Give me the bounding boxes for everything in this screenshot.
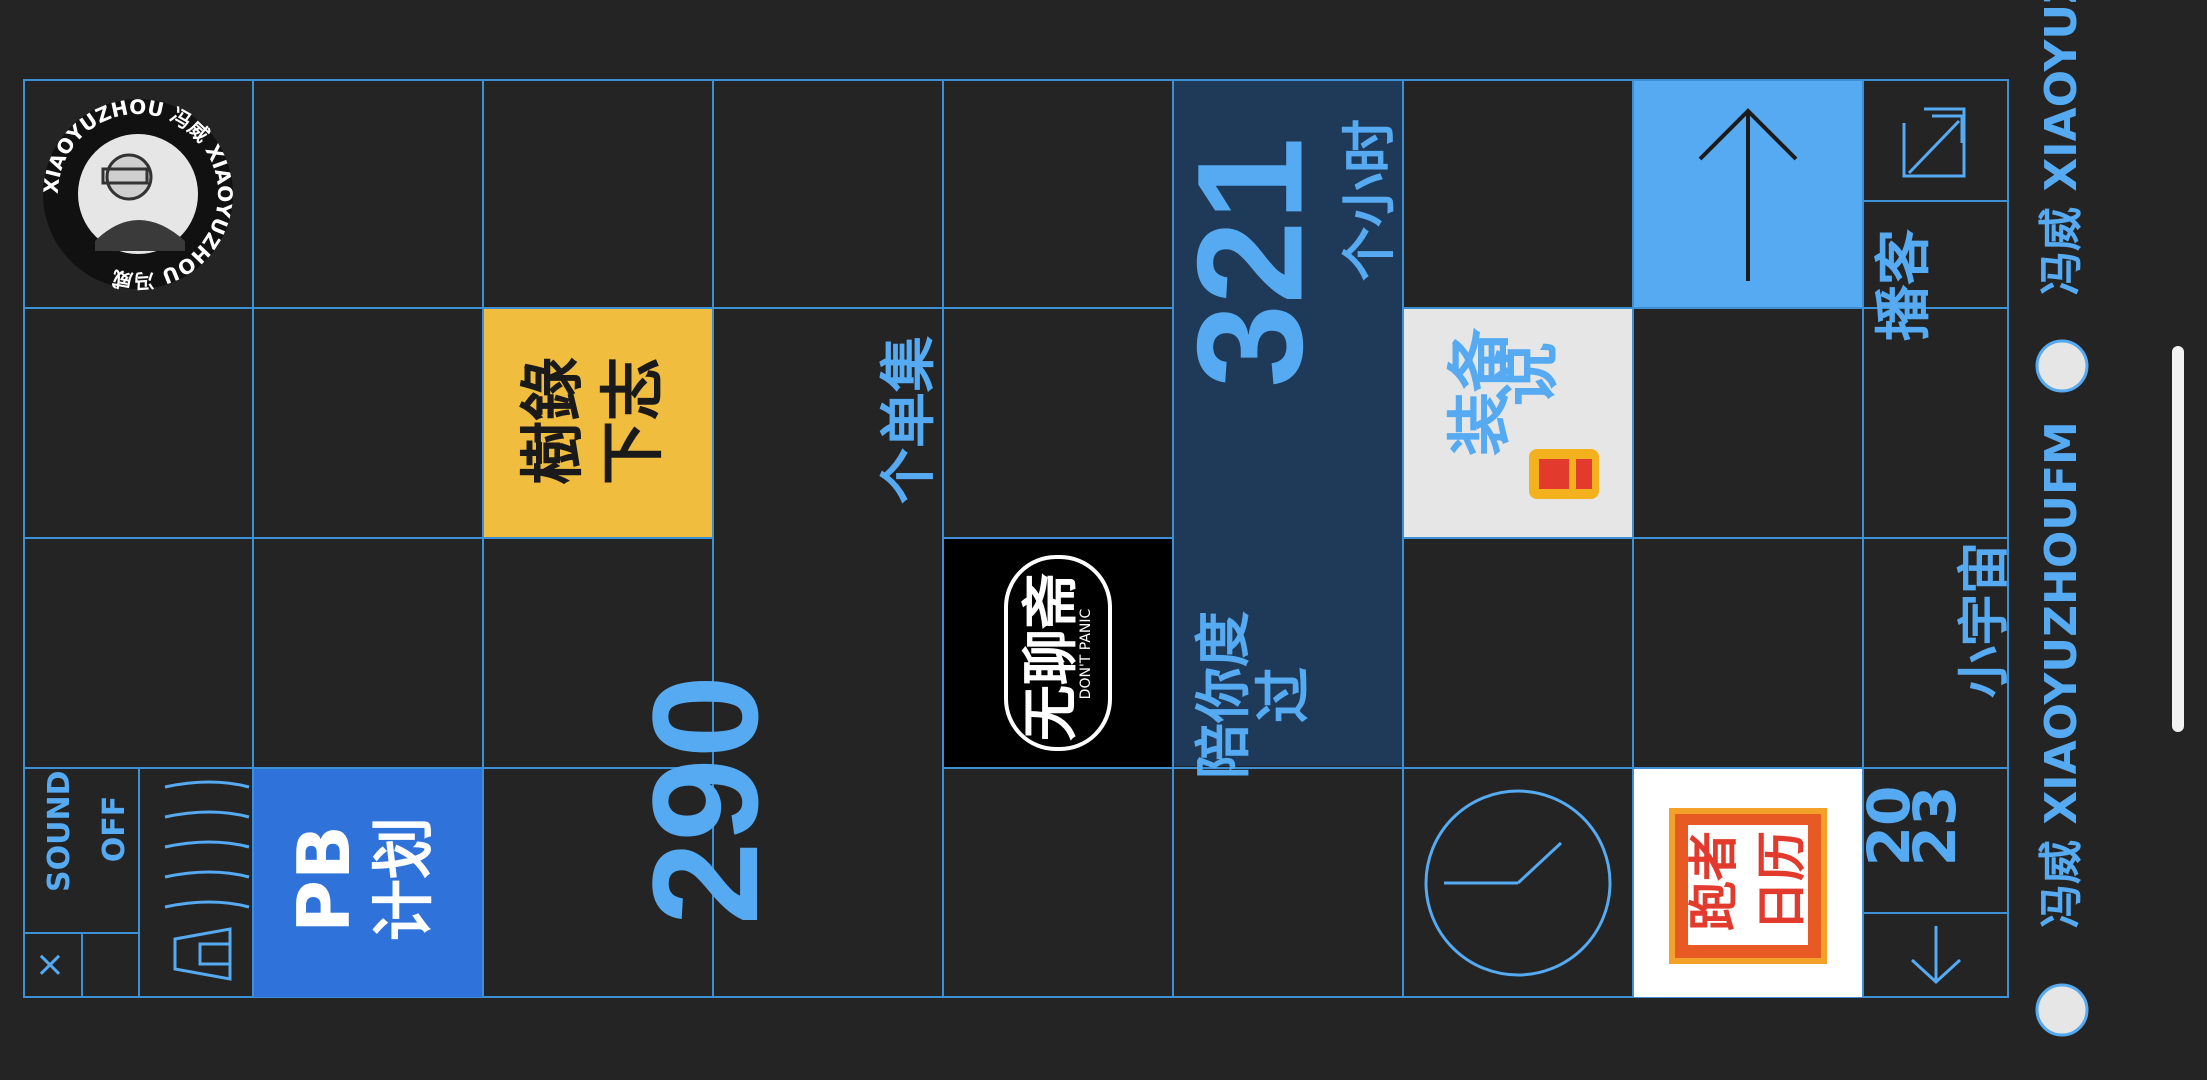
arrow-up-icon <box>1698 108 1798 281</box>
brand-name: 小宇宙 <box>1955 542 2015 699</box>
pb-label: PB <box>282 825 366 933</box>
grid-line <box>23 307 2009 309</box>
calendar-icon <box>1669 808 1827 964</box>
sound-control[interactable]: SOUND OFF × <box>25 769 252 997</box>
clock-widget <box>1404 769 1632 997</box>
avatar: XIAOYUZHOU 冯威 XIAOYUZHOU 冯威 <box>25 81 252 307</box>
hours-count: 321 <box>1165 137 1334 388</box>
footer-text-1: 冯威 XIAOYUZHOUFM <box>2036 421 2087 928</box>
brand-year-bottom: 23 <box>1901 785 1969 867</box>
grid-line <box>1862 200 2009 202</box>
panel-fill <box>1174 536 1402 540</box>
wuliao-tile[interactable]: 无聊斋 DON'T PANIC <box>944 539 1172 767</box>
scrollbar-thumb[interactable] <box>2172 346 2184 732</box>
episodes-unit: 个单集 <box>877 336 942 504</box>
expand-button[interactable] <box>1864 81 2007 199</box>
clock-icon <box>1424 789 1612 977</box>
pb-plan-tile[interactable]: PB 计划 <box>254 769 482 997</box>
hours-unit: 个小时 <box>1338 119 1401 281</box>
arrow-down-icon <box>1910 926 1962 985</box>
paozhe-line2: 日历 <box>1753 831 1811 931</box>
shuxia-line2: 下志 <box>596 357 671 485</box>
share-button[interactable] <box>1634 81 1862 307</box>
shuxia-line1: 樹錄 <box>516 357 591 485</box>
footer-text-2: 冯威 XIAOYUZHOU <box>2036 0 2087 295</box>
paozhe-line1: 跑者 <box>1685 831 1743 931</box>
backpack-icon <box>1529 449 1599 499</box>
episodes-count: 290 <box>621 674 789 926</box>
podcast-label: 播客 <box>1872 229 1937 341</box>
hours-lead: 陪你度过 <box>1192 611 1317 779</box>
paozhe-tile[interactable]: 跑者 日历 <box>1634 769 1862 997</box>
shuxia-tile[interactable]: 樹錄 下志 <box>484 309 712 537</box>
avatar-ring: XIAOYUZHOU 冯威 XIAOYUZHOU 冯威 <box>39 95 237 293</box>
zhuangbei-tile[interactable]: 装备 说 <box>1404 309 1632 537</box>
scroll-down-button[interactable] <box>1864 914 2007 996</box>
expand-icon <box>1902 107 1966 178</box>
speaker-icon <box>164 780 250 981</box>
wuliao-subtitle: DON'T PANIC <box>1078 608 1094 700</box>
pb-plan-label: 计划 <box>367 817 440 942</box>
